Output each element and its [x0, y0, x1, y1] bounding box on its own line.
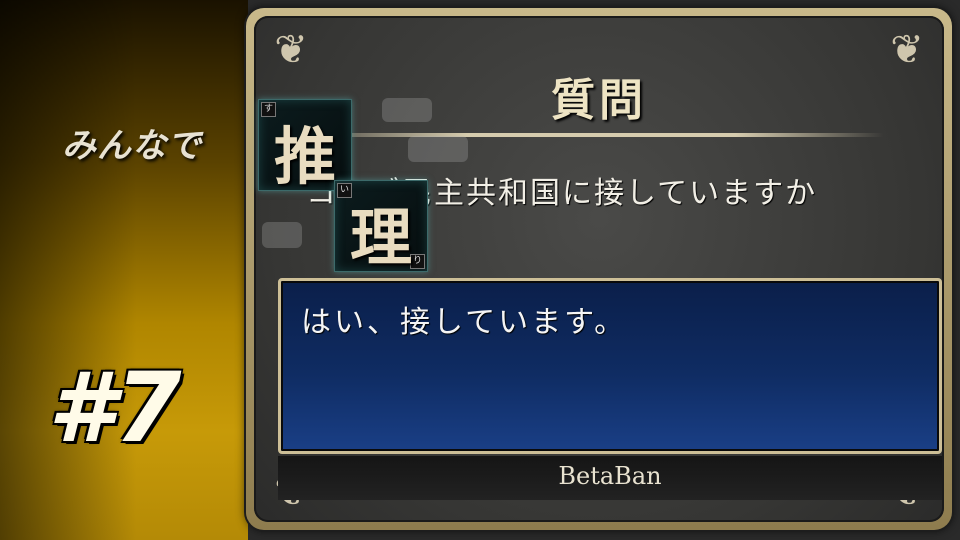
episode-number: #7	[48, 352, 182, 464]
ghost-tile	[262, 222, 302, 248]
ghost-tile	[382, 98, 432, 122]
answer-box[interactable]: はい、接しています。	[278, 278, 942, 454]
kanji-tile-sui: す 推	[258, 99, 352, 193]
series-title: みんなで	[62, 126, 202, 166]
title-divider	[290, 133, 884, 137]
kanji-char: 理	[349, 201, 412, 274]
ghost-tile	[408, 136, 468, 162]
kanji-tile-ri: い り 理	[334, 180, 428, 274]
answer-text: はい、接しています。	[301, 305, 628, 340]
dialog-title: 質問	[551, 75, 647, 126]
speaker-name-bar: BetaBan	[278, 456, 942, 500]
speaker-name: BetaBan	[558, 462, 662, 490]
